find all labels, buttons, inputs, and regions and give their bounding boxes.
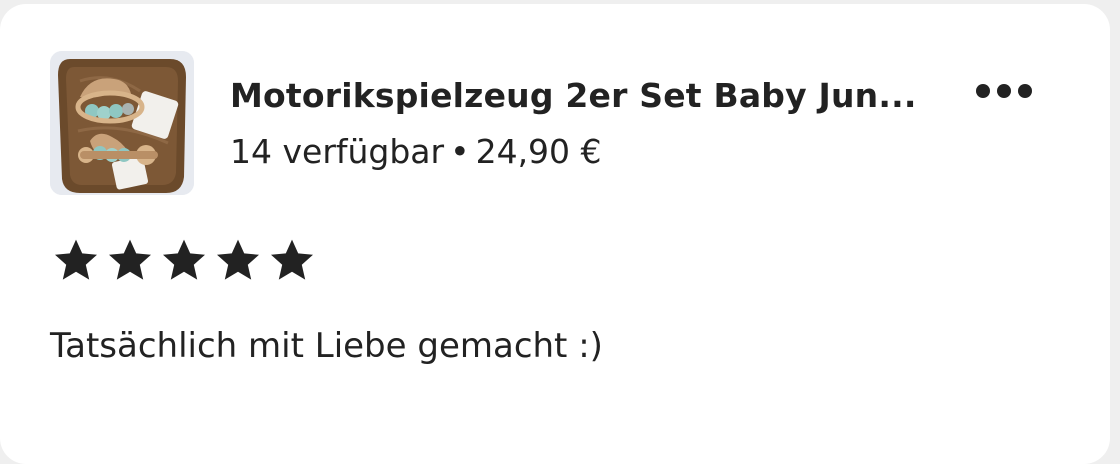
more-options-button[interactable] xyxy=(966,66,1042,116)
listing-meta: 14 verfügbar • 24,90 € xyxy=(230,132,602,171)
star-icon xyxy=(217,239,259,280)
star-icon xyxy=(163,239,205,280)
more-horizontal-icon xyxy=(976,84,1032,98)
price-text: 24,90 € xyxy=(475,132,602,171)
review-text: Tatsächlich mit Liebe gemacht :) xyxy=(50,326,603,366)
product-photo-image xyxy=(50,51,194,195)
star-icon xyxy=(109,239,151,280)
star-icon xyxy=(55,239,97,280)
review-card: Motorikspielzeug 2er Set Baby Jun... 14 … xyxy=(0,4,1110,464)
listing-title[interactable]: Motorikspielzeug 2er Set Baby Jun... xyxy=(230,76,930,115)
star-rating xyxy=(52,236,316,284)
star-icon xyxy=(271,239,313,280)
meta-separator: • xyxy=(450,132,470,171)
product-thumbnail[interactable] xyxy=(50,51,194,195)
availability-text: 14 verfügbar xyxy=(230,132,445,171)
